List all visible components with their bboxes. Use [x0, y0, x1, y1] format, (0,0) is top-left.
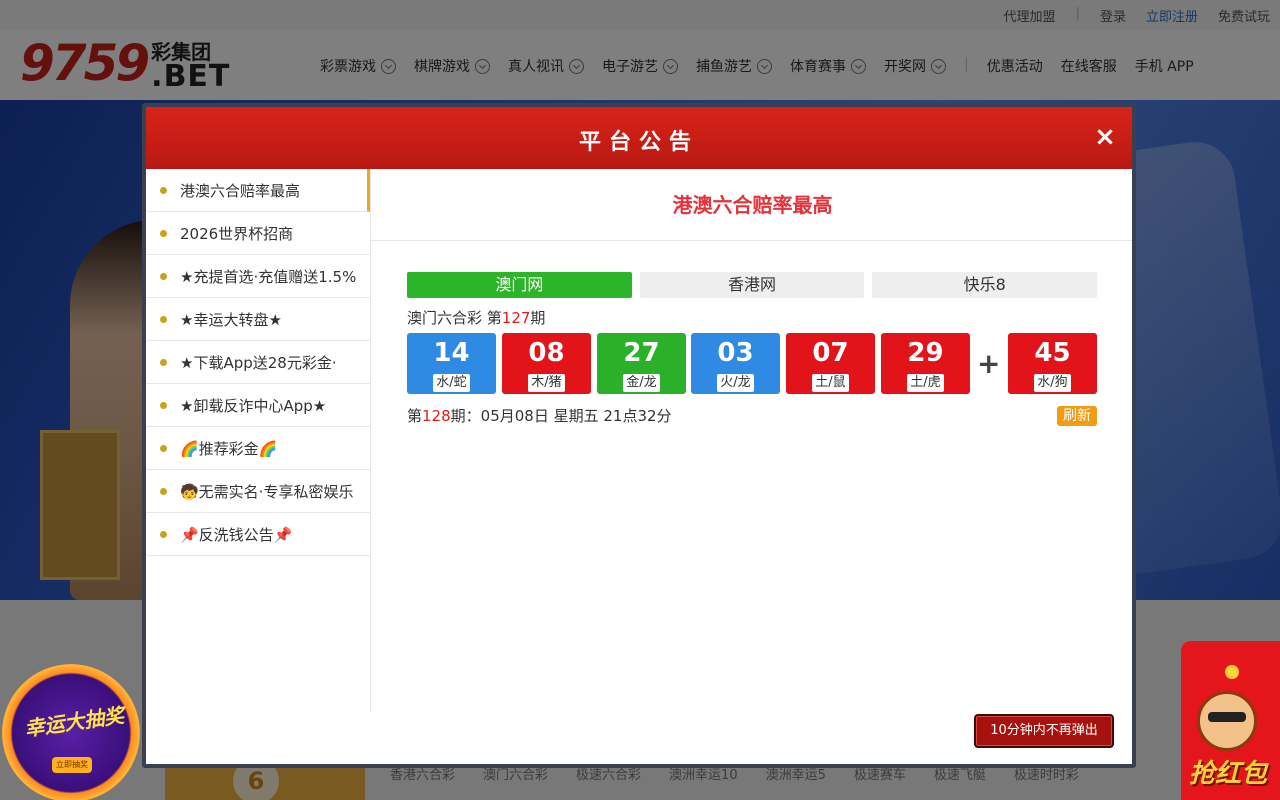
content-title: 港澳六合赔率最高: [371, 169, 1132, 241]
result-ball: 03 火/龙: [691, 333, 780, 394]
modal-title: 平台公告: [578, 130, 699, 155]
ball-zodiac: 木/猪: [528, 374, 565, 392]
coin-icon: [1225, 665, 1239, 679]
plus-sign: +: [977, 347, 1001, 380]
ball-zodiac: 土/虎: [907, 374, 944, 392]
bullet-icon: [160, 530, 167, 538]
bullet-icon: [160, 487, 167, 495]
next-draw-time: 期：05月08日 星期五 21点32分: [450, 407, 672, 425]
bullet-icon: [160, 229, 167, 237]
ball-number: 08: [528, 338, 565, 368]
close-icon[interactable]: ×: [1094, 123, 1116, 151]
ball-number: 29: [907, 338, 944, 368]
announcement-label: 2026世界杯招商: [180, 224, 294, 243]
bullet-icon: [160, 444, 167, 452]
announcement-item[interactable]: 🌈推荐彩金🌈: [146, 427, 370, 470]
red-packet-widget[interactable]: 抢红包: [1181, 641, 1280, 800]
ball-zodiac: 水/狗: [1034, 374, 1071, 392]
announcement-content: 港澳六合赔率最高 澳门网 香港网 快乐8 澳门六合彩 第127期 14 水/蛇 0…: [371, 169, 1132, 712]
special-ball: 45 水/狗: [1008, 333, 1097, 394]
announcement-modal: 平台公告 × 港澳六合赔率最高 2026世界杯招商 ★充提首选·充值赠送1.5%…: [142, 103, 1136, 768]
ball-number: 14: [433, 338, 470, 368]
announcement-label: ★幸运大转盘★: [180, 310, 282, 329]
draw-source-tabs: 澳门网 香港网 快乐8: [407, 272, 1098, 298]
mascot-icon: [1197, 691, 1257, 751]
announcement-item[interactable]: ★幸运大转盘★: [146, 298, 370, 341]
tab-hongkong[interactable]: 香港网: [639, 272, 865, 298]
announcement-list: 港澳六合赔率最高 2026世界杯招商 ★充提首选·充值赠送1.5% ★幸运大转盘…: [146, 169, 371, 712]
bullet-icon: [160, 401, 167, 409]
refresh-button[interactable]: 刷新: [1057, 406, 1097, 426]
ball-zodiac: 火/龙: [717, 374, 754, 392]
bullet-icon: [160, 315, 167, 323]
result-ball: 27 金/龙: [597, 333, 686, 394]
red-packet-label: 抢红包: [1189, 759, 1268, 789]
announcement-item[interactable]: ★卸载反诈中心App★: [146, 384, 370, 427]
next-draw-info: 第128期：05月08日 星期五 21点32分: [407, 405, 672, 426]
announcement-item[interactable]: 📌反洗钱公告📌: [146, 513, 370, 556]
announcement-item[interactable]: 🧒无需实名·专享私密娱乐: [146, 470, 370, 513]
announcement-item[interactable]: ★充提首选·充值赠送1.5%: [146, 255, 370, 298]
announcement-label: 🌈推荐彩金🌈: [180, 439, 278, 458]
period-number: 127: [501, 309, 531, 327]
result-ball: 14 水/蛇: [407, 333, 496, 394]
bullet-icon: [160, 186, 167, 194]
lucky-draw-button[interactable]: 立即抽奖: [52, 757, 92, 773]
ball-zodiac: 金/龙: [623, 374, 660, 392]
lucky-draw-widget[interactable]: 幸运大抽奖 立即抽奖: [2, 664, 140, 800]
announcement-label: 📌反洗钱公告📌: [180, 525, 293, 544]
result-ball: 29 土/虎: [881, 333, 970, 394]
announcement-label: ★下载App送28元彩金·: [180, 353, 337, 372]
next-prefix: 第: [407, 407, 423, 425]
period-suffix: 期: [530, 309, 546, 327]
announcement-item[interactable]: ★下载App送28元彩金·: [146, 341, 370, 384]
modal-header: 平台公告 ×: [146, 107, 1132, 169]
result-ball: 08 木/猪: [502, 333, 591, 394]
result-ball: 07 土/鼠: [786, 333, 875, 394]
ball-zodiac: 土/鼠: [812, 374, 849, 392]
bullet-icon: [160, 272, 167, 280]
announcement-item[interactable]: 2026世界杯招商: [146, 212, 370, 255]
lucky-draw-title: 幸运大抽奖: [23, 703, 126, 741]
dont-show-10min-button[interactable]: 10分钟内不再弹出: [974, 714, 1114, 748]
ball-number: 07: [812, 338, 849, 368]
announcement-label: ★充提首选·充值赠送1.5%: [180, 267, 357, 286]
tab-kuaile8[interactable]: 快乐8: [872, 272, 1098, 298]
announcement-label: 港澳六合赔率最高: [180, 181, 301, 200]
announcement-item[interactable]: 港澳六合赔率最高: [146, 169, 370, 212]
tab-macau[interactable]: 澳门网: [407, 272, 632, 298]
next-period-number: 128: [422, 407, 451, 425]
ball-zodiac: 水/蛇: [433, 374, 470, 392]
bullet-icon: [160, 358, 167, 366]
announcement-label: 🧒无需实名·专享私密娱乐: [180, 482, 354, 501]
ball-number: 03: [717, 338, 754, 368]
announcement-label: ★卸载反诈中心App★: [180, 396, 327, 415]
period-prefix: 澳门六合彩 第: [407, 309, 502, 327]
draw-period: 澳门六合彩 第127期: [407, 307, 545, 328]
ball-number: 45: [1034, 338, 1071, 368]
ball-number: 27: [623, 338, 660, 368]
